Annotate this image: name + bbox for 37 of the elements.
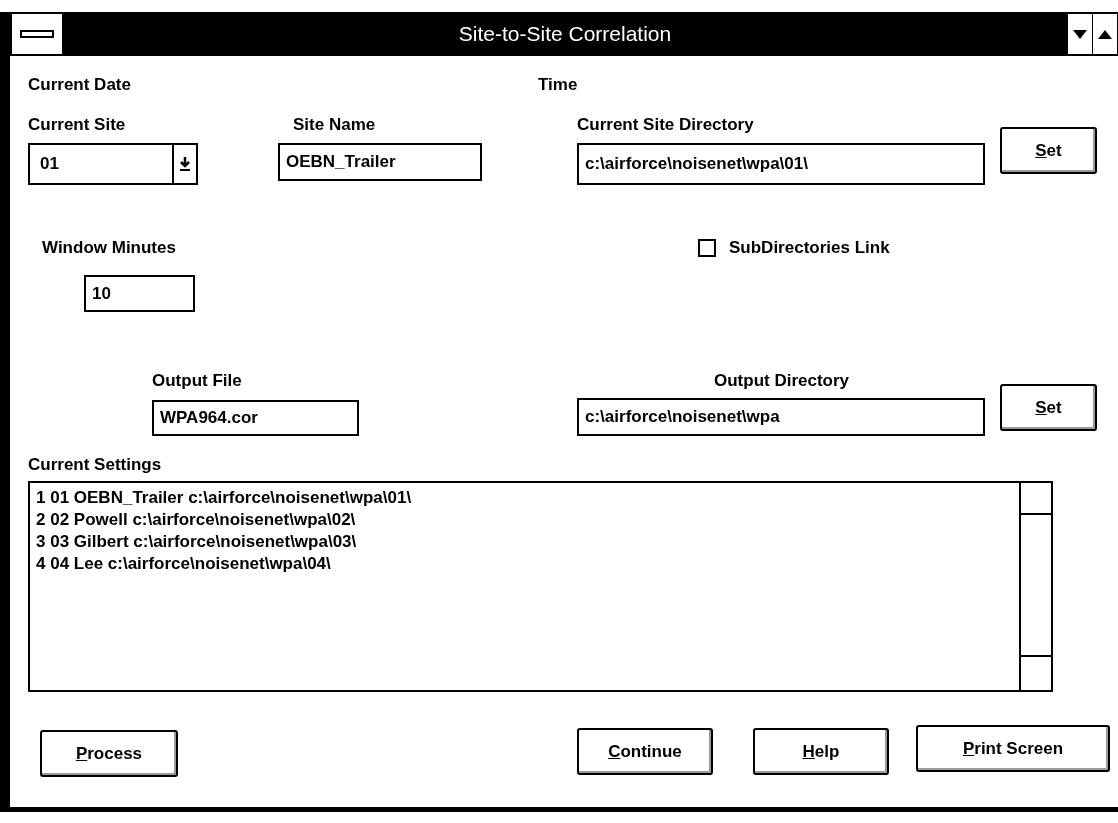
dash-icon bbox=[20, 30, 54, 38]
up-triangle-icon bbox=[1098, 29, 1112, 39]
output-directory-label: Output Directory bbox=[713, 370, 851, 392]
site-directory-field: c:\airforce\noisenet\wpa\01\ bbox=[577, 143, 985, 185]
set-button[interactable]: Set bbox=[1000, 384, 1097, 431]
output-directory-field: c:\airforce\noisenet\wpa bbox=[577, 398, 985, 436]
help-button[interactable]: Help bbox=[753, 728, 889, 775]
window-minutes-label: Window Minutes bbox=[42, 237, 177, 259]
down-arrow-icon bbox=[179, 156, 191, 172]
current-site-label: Current Site bbox=[28, 114, 127, 136]
process-button[interactable]: Process bbox=[40, 730, 178, 777]
checkbox-label: SubDirectories Link bbox=[729, 237, 890, 259]
window-title: Site-to-Site Correlation bbox=[457, 22, 673, 46]
list-item: 2 02 Powell c:\airforce\noisenet\wpa\02\ bbox=[36, 509, 357, 531]
current-settings-label: Current Settings bbox=[28, 454, 163, 476]
maximize-button[interactable] bbox=[1093, 14, 1117, 54]
date-label: Current Date bbox=[28, 74, 132, 96]
minimize-button[interactable] bbox=[1068, 14, 1092, 54]
site-name-field: OEBN_Trailer bbox=[278, 143, 482, 181]
site-name-label: Site Name bbox=[292, 114, 377, 136]
continue-button[interactable]: Continue bbox=[577, 728, 713, 775]
system-menu-button[interactable] bbox=[12, 14, 62, 54]
site-dropdown[interactable]: 01 bbox=[28, 143, 198, 185]
list-item: 4 04 Lee c:\airforce\noisenet\wpa\04\ bbox=[36, 553, 332, 575]
output-file-field: WPA964.cor bbox=[152, 400, 359, 436]
site-directory-label: Current Site Directory bbox=[577, 114, 755, 136]
down-triangle-icon bbox=[1073, 29, 1087, 39]
print-screen-button[interactable]: Print Screen bbox=[916, 725, 1110, 772]
set-button[interactable]: Set bbox=[1000, 127, 1097, 174]
scrollbar[interactable] bbox=[1019, 483, 1051, 690]
list-item: 1 01 OEBN_Trailer c:\airforce\noisenet\wpa\01\ bbox=[36, 487, 413, 509]
output-file-label: Output File bbox=[152, 370, 243, 392]
time-label: Time bbox=[538, 74, 578, 96]
dropdown-value: 01 bbox=[39, 153, 60, 175]
window-minutes-field: 10 bbox=[84, 275, 195, 312]
list-item: 3 03 Gilbert c:\airforce\noisenet\wpa\03\ bbox=[36, 531, 358, 553]
checkbox[interactable] bbox=[698, 239, 716, 257]
